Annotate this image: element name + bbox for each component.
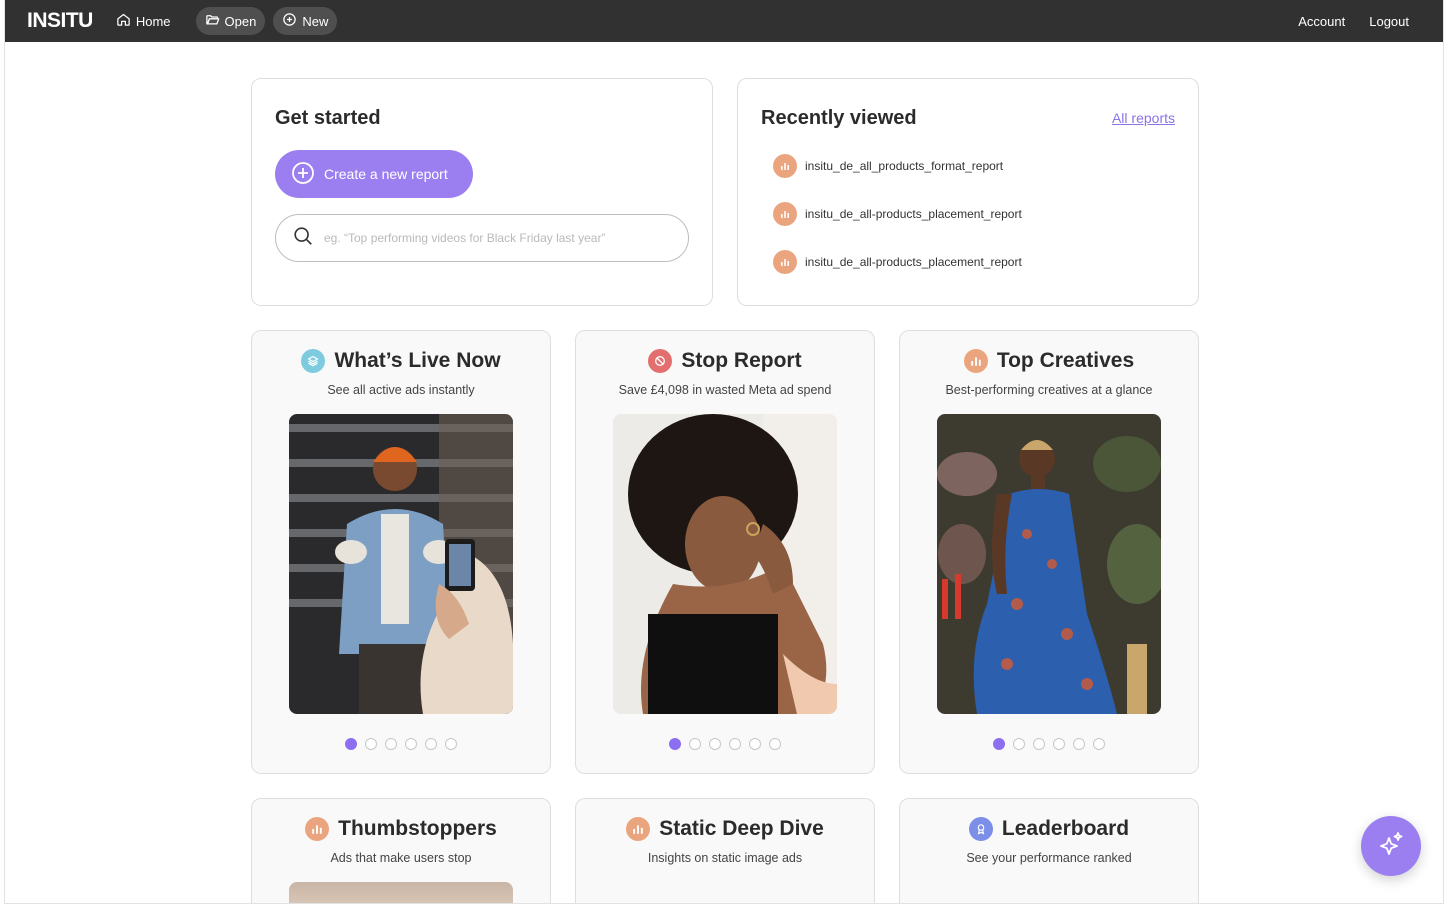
carousel-dot[interactable] xyxy=(1053,738,1065,750)
get-started-panel: Get started Create a new report xyxy=(251,78,713,306)
card-subtitle: Insights on static image ads xyxy=(647,851,803,865)
nav-home-button[interactable]: Home xyxy=(107,7,180,35)
bar-chart-icon xyxy=(963,349,988,373)
carousel-dots xyxy=(252,738,550,750)
plus-circle-icon xyxy=(282,12,297,30)
card-title: Leaderboard xyxy=(1001,817,1130,840)
carousel-dot[interactable] xyxy=(405,738,417,750)
card-preview-image[interactable] xyxy=(289,882,513,903)
ai-assistant-button[interactable] xyxy=(1361,816,1421,876)
card-title: What’s Live Now xyxy=(334,349,501,372)
carousel-dot[interactable] xyxy=(729,738,741,750)
recent-report-name: insitu_de_all-products_placement_report xyxy=(805,255,1022,269)
sparkles-icon xyxy=(1377,830,1405,863)
carousel-dot[interactable] xyxy=(445,738,457,750)
card-preview-image[interactable] xyxy=(613,414,837,714)
recent-report-name: insitu_de_all_products_format_report xyxy=(805,159,1004,173)
nav-new-button[interactable]: New xyxy=(273,7,338,35)
carousel-dot[interactable] xyxy=(669,738,681,750)
logout-link[interactable]: Logout xyxy=(1369,14,1409,29)
card-title: Stop Report xyxy=(681,349,802,372)
get-started-title: Get started xyxy=(275,107,381,129)
nav-home-label: Home xyxy=(135,13,171,29)
bar-chart-icon xyxy=(773,202,797,226)
search-icon xyxy=(292,225,314,252)
card-subtitle: Save £4,098 in wasted Meta ad spend xyxy=(618,383,832,397)
carousel-dot[interactable] xyxy=(1073,738,1085,750)
card-leaderboard[interactable]: Leaderboard See your performance ranked xyxy=(899,798,1199,903)
recent-report-name: insitu_de_all-products_placement_report xyxy=(805,207,1022,221)
recent-report-item[interactable]: insitu_de_all-products_placement_report xyxy=(773,202,1022,226)
recent-report-item[interactable]: insitu_de_all_products_format_report xyxy=(773,154,1003,178)
bar-chart-icon xyxy=(773,154,797,178)
carousel-dot[interactable] xyxy=(1013,738,1025,750)
recently-viewed-title: Recently viewed xyxy=(761,107,917,129)
nav-new-label: New xyxy=(302,13,329,29)
card-subtitle: Best-performing creatives at a glance xyxy=(945,383,1153,397)
recent-report-item[interactable]: insitu_de_all-products_placement_report xyxy=(773,250,1022,274)
carousel-dot[interactable] xyxy=(689,738,701,750)
app-window: INSITU Home Open New Account Logout Get … xyxy=(4,0,1444,904)
carousel-dots xyxy=(576,738,874,750)
plus-circle-icon xyxy=(291,161,315,188)
create-report-label: Create a new report xyxy=(324,166,448,182)
carousel-dot[interactable] xyxy=(749,738,761,750)
recently-viewed-panel: Recently viewed All reports insitu_de_al… xyxy=(737,78,1199,306)
carousel-dot[interactable] xyxy=(709,738,721,750)
card-thumbstoppers[interactable]: Thumbstoppers Ads that make users stop xyxy=(251,798,551,903)
card-subtitle: Ads that make users stop xyxy=(330,851,472,865)
card-title: Top Creatives xyxy=(996,349,1135,372)
carousel-dot[interactable] xyxy=(425,738,437,750)
carousel-dot[interactable] xyxy=(1033,738,1045,750)
bar-chart-icon xyxy=(626,817,651,841)
carousel-dot[interactable] xyxy=(345,738,357,750)
carousel-dots xyxy=(900,738,1198,750)
carousel-dot[interactable] xyxy=(769,738,781,750)
report-search-box[interactable] xyxy=(275,214,689,262)
layers-icon xyxy=(301,349,326,373)
carousel-dot[interactable] xyxy=(385,738,397,750)
card-stop-report[interactable]: Stop Report Save £4,098 in wasted Meta a… xyxy=(575,330,875,774)
card-top-creatives[interactable]: Top Creatives Best-performing creatives … xyxy=(899,330,1199,774)
card-title: Thumbstoppers xyxy=(338,817,497,840)
bar-chart-icon xyxy=(773,250,797,274)
home-icon xyxy=(116,12,131,30)
account-link[interactable]: Account xyxy=(1298,14,1345,29)
nav-open-label: Open xyxy=(224,13,257,29)
top-navbar: INSITU Home Open New Account Logout xyxy=(5,0,1443,42)
carousel-dot[interactable] xyxy=(993,738,1005,750)
card-preview-image[interactable] xyxy=(289,414,513,714)
stop-icon xyxy=(648,349,673,373)
card-title: Static Deep Dive xyxy=(659,817,824,840)
report-search-input[interactable] xyxy=(324,231,664,245)
carousel-dot[interactable] xyxy=(365,738,377,750)
award-icon xyxy=(968,817,993,841)
all-reports-link[interactable]: All reports xyxy=(1112,110,1175,126)
insitu-logo[interactable]: INSITU xyxy=(27,9,93,33)
card-preview-image[interactable] xyxy=(937,414,1161,714)
card-subtitle: See all active ads instantly xyxy=(327,383,475,397)
bar-chart-icon xyxy=(305,817,330,841)
nav-open-button[interactable]: Open xyxy=(195,7,266,35)
card-subtitle: See your performance ranked xyxy=(966,851,1132,865)
create-report-button[interactable]: Create a new report xyxy=(275,150,473,198)
carousel-dot[interactable] xyxy=(1093,738,1105,750)
card-whats-live-now[interactable]: What’s Live Now See all active ads insta… xyxy=(251,330,551,774)
card-static-deep-dive[interactable]: Static Deep Dive Insights on static imag… xyxy=(575,798,875,903)
folder-open-icon xyxy=(205,12,220,30)
